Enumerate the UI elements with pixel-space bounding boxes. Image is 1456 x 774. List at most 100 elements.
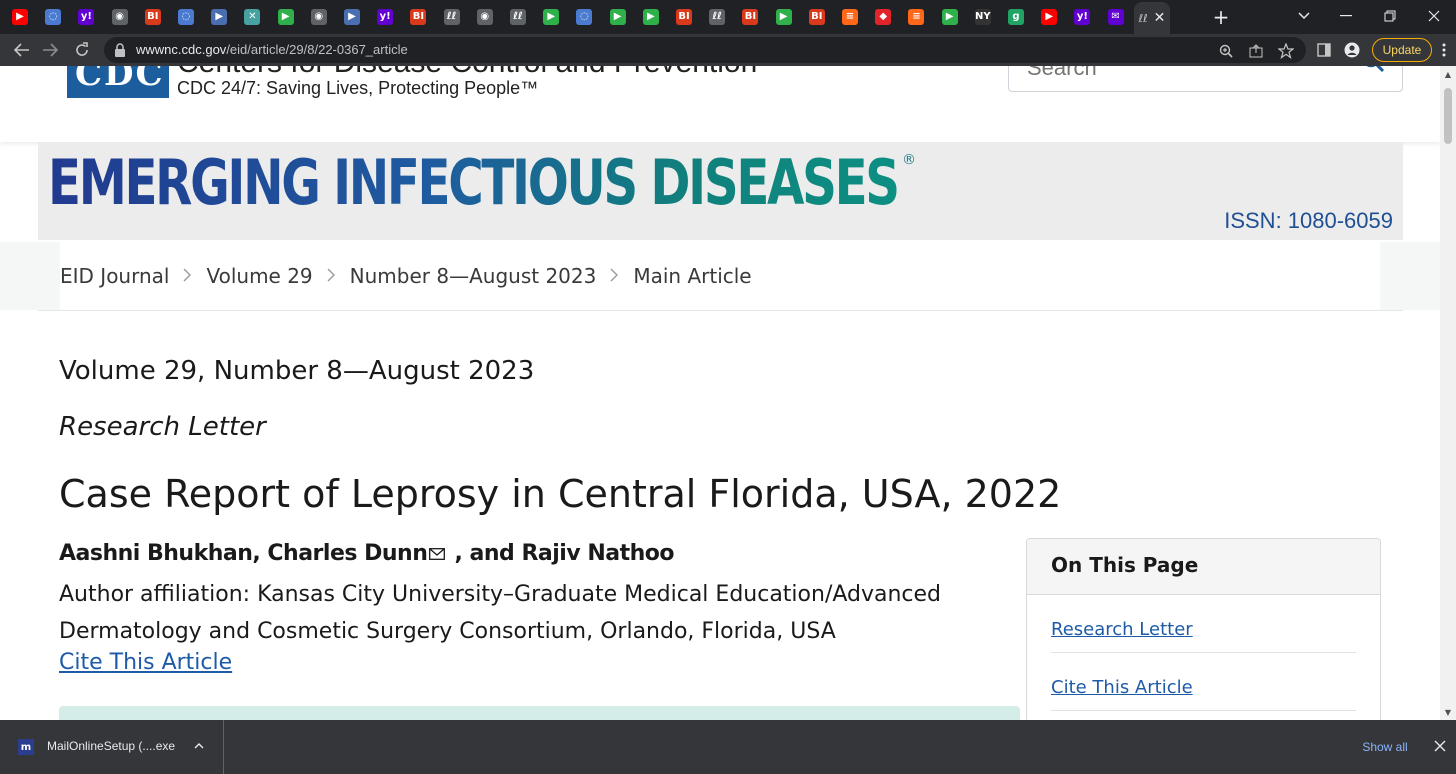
- side-panel-icon[interactable]: [1314, 40, 1334, 60]
- browser-tab[interactable]: ✉: [1104, 6, 1128, 28]
- browser-tab[interactable]: ℓℓ: [440, 6, 464, 28]
- bi-icon: BI: [808, 9, 825, 25]
- breadcrumb-eid-journal[interactable]: EID Journal: [60, 264, 169, 288]
- chevron-right-icon: [610, 267, 619, 286]
- browser-tab[interactable]: y!: [373, 6, 397, 28]
- browser-tab[interactable]: ◆: [871, 6, 895, 28]
- installer-file-icon: m: [18, 739, 34, 755]
- breadcrumb-main-article: Main Article: [633, 264, 752, 288]
- browser-tab[interactable]: ≡: [838, 6, 862, 28]
- scroll-up-icon[interactable]: ▲: [1440, 66, 1456, 82]
- browser-tab[interactable]: ▶: [274, 6, 298, 28]
- profile-avatar-icon[interactable]: [1342, 40, 1362, 60]
- divider: [38, 310, 1403, 311]
- browser-tab[interactable]: BI: [738, 6, 762, 28]
- browser-tab[interactable]: ▶: [539, 6, 563, 28]
- show-all-button[interactable]: Show all: [1352, 734, 1418, 760]
- browser-tab[interactable]: ▶: [772, 6, 796, 28]
- lock-icon: [115, 43, 125, 57]
- search-input[interactable]: [1027, 66, 1327, 83]
- on-this-page-list: Research Letter Cite This Article: [1027, 595, 1380, 711]
- browser-tab[interactable]: g: [1004, 6, 1028, 28]
- chevron-up-icon[interactable]: [194, 738, 204, 752]
- kebab-menu-icon[interactable]: [1434, 40, 1454, 60]
- article-icon: ℓℓ: [510, 9, 526, 25]
- news-icon: NY: [974, 9, 991, 25]
- search-icon[interactable]: [1361, 66, 1385, 73]
- zoom-icon[interactable]: [1216, 41, 1236, 61]
- article-icon: ℓℓ: [443, 9, 460, 25]
- browser-tab[interactable]: BI: [672, 6, 696, 28]
- article-icon: ℓℓ: [1138, 11, 1148, 25]
- active-tab[interactable]: ℓℓ ✕: [1134, 2, 1170, 34]
- browser-tab[interactable]: ▶: [938, 6, 962, 28]
- page-scrollbar[interactable]: ▲ ▼: [1440, 66, 1456, 720]
- browser-tab[interactable]: y!: [74, 6, 98, 28]
- scroll-thumb[interactable]: [1444, 88, 1452, 144]
- chevron-right-icon: [327, 267, 336, 286]
- browser-tab[interactable]: ◉: [307, 6, 331, 28]
- browser-tab[interactable]: ℓℓ: [506, 6, 530, 28]
- breadcrumb-volume[interactable]: Volume 29: [206, 264, 312, 288]
- restore-icon[interactable]: [1370, 4, 1410, 28]
- flag-icon: ▶: [211, 9, 228, 25]
- browser-tab[interactable]: ▶: [340, 6, 364, 28]
- cdc-tagline: CDC 24/7: Saving Lives, Protecting Peopl…: [177, 78, 539, 98]
- browser-tab[interactable]: ◌: [174, 6, 198, 28]
- browser-tab[interactable]: ◉: [108, 6, 132, 28]
- browser-tab[interactable]: ▶: [207, 6, 231, 28]
- update-button[interactable]: Update: [1372, 38, 1432, 62]
- browser-tab[interactable]: ▶: [1037, 6, 1061, 28]
- minimize-icon[interactable]: [1326, 4, 1366, 28]
- browser-tab[interactable]: NY: [971, 6, 995, 28]
- journal-title[interactable]: EMERGING INFECTIOUS DISEASES: [48, 146, 900, 219]
- registered-mark: ®: [902, 152, 916, 168]
- download-bar: m MailOnlineSetup (....exe Show all: [0, 720, 1456, 774]
- puzzle-icon: ✕: [244, 9, 261, 25]
- breadcrumb: EID Journal Volume 29 Number 8—August 20…: [60, 242, 1380, 310]
- browser-tab[interactable]: ✕: [240, 6, 264, 28]
- browser-tab[interactable]: ≡: [904, 6, 928, 28]
- tab-search-chevron-down-icon[interactable]: [1284, 4, 1324, 28]
- browser-tab[interactable]: ▶: [8, 6, 32, 28]
- play-icon: ▶: [609, 9, 626, 25]
- browser-tab[interactable]: ℓℓ: [705, 6, 729, 28]
- download-item[interactable]: m MailOnlineSetup (....exe: [0, 720, 224, 774]
- browser-tab[interactable]: BI: [141, 6, 165, 28]
- flag-icon: ▶: [344, 9, 360, 25]
- browser-tab[interactable]: ◌: [572, 6, 596, 28]
- substack-icon: ≡: [842, 9, 858, 25]
- toc-link-cite-this-article[interactable]: Cite This Article: [1051, 653, 1356, 711]
- yahoo-mail-icon: ✉: [1107, 9, 1124, 25]
- toc-link-research-letter[interactable]: Research Letter: [1051, 595, 1356, 653]
- reload-icon[interactable]: [70, 38, 94, 62]
- browser-tab[interactable]: BI: [805, 6, 829, 28]
- close-tab-icon[interactable]: ✕: [1154, 10, 1166, 26]
- back-arrow-icon[interactable]: [10, 38, 34, 62]
- browser-tab[interactable]: ▶: [639, 6, 663, 28]
- share-icon[interactable]: [1246, 41, 1266, 61]
- substack-icon: ≡: [908, 9, 925, 25]
- forward-arrow-icon[interactable]: [38, 38, 62, 62]
- youtube-icon: ▶: [1041, 9, 1058, 25]
- new-tab-button[interactable]: +: [1208, 5, 1234, 29]
- close-window-icon[interactable]: [1414, 4, 1454, 28]
- eid-banner: EMERGING INFECTIOUS DISEASES ® ISSN: 108…: [38, 142, 1403, 240]
- cite-this-article-link[interactable]: Cite This Article: [59, 650, 232, 675]
- bookmark-star-icon[interactable]: [1276, 41, 1296, 61]
- browser-tab[interactable]: ▶: [606, 6, 630, 28]
- browser-tab[interactable]: y!: [1070, 6, 1094, 28]
- email-icon[interactable]: [429, 548, 446, 560]
- address-bar[interactable]: wwwnc.cdc.gov/eid/article/29/8/22-0367_a…: [104, 37, 1306, 63]
- scroll-down-icon[interactable]: ▼: [1440, 704, 1456, 720]
- browser-tab[interactable]: ◉: [473, 6, 497, 28]
- browser-toolbar: wwwnc.cdc.gov/eid/article/29/8/22-0367_a…: [0, 34, 1456, 66]
- yahoo-icon: y!: [377, 9, 394, 25]
- browser-tab[interactable]: BI: [406, 6, 430, 28]
- browser-tab[interactable]: ◌: [41, 6, 65, 28]
- bi-icon: BI: [144, 9, 161, 25]
- breadcrumb-number[interactable]: Number 8—August 2023: [350, 264, 597, 288]
- url-text: wwwnc.cdc.gov/eid/article/29/8/22-0367_a…: [136, 42, 408, 57]
- close-download-bar-icon[interactable]: [1430, 736, 1450, 756]
- cdc-logo[interactable]: CDC: [67, 66, 169, 98]
